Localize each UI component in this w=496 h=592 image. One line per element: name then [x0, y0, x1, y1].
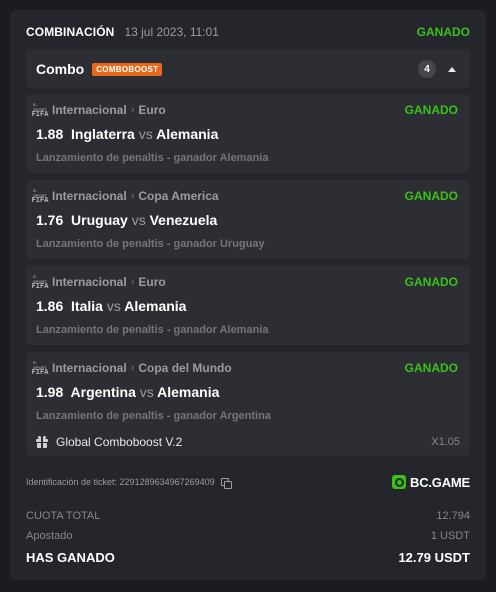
- comboboost-multiplier: X1.05: [431, 436, 460, 448]
- home-team[interactable]: Argentina: [71, 384, 136, 400]
- home-team[interactable]: Inglaterra: [71, 126, 135, 142]
- leg-status: GANADO: [404, 275, 458, 289]
- leg-tournament: Euro: [138, 275, 166, 289]
- selection-count: 4: [418, 60, 436, 78]
- breadcrumb-separator-icon: ›: [130, 276, 135, 288]
- away-team[interactable]: Alemania: [124, 298, 186, 314]
- stake-value: 1 USDT: [430, 530, 470, 542]
- winnings-row: HAS GANADO 12.79 USDT: [26, 550, 470, 565]
- leg-match: 1.76 Uruguay vs Venezuela: [36, 212, 217, 228]
- fifa-logo-icon: E-SPORT FIFA: [31, 273, 49, 291]
- bcgame-logo: BC.GAME: [392, 475, 470, 490]
- leg-tournament: Euro: [138, 103, 166, 117]
- combo-toggle[interactable]: Combo COMBOBOOST 4: [26, 50, 470, 88]
- leg-status: GANADO: [404, 361, 458, 375]
- gift-icon: [36, 436, 48, 448]
- vs-label: vs: [139, 384, 154, 400]
- total-odds-value: 12.794: [436, 510, 470, 522]
- bet-type-title: COMBINACIÓN: [26, 25, 115, 39]
- bet-leg: E-SPORT FIFA Internacional › Euro GANADO …: [26, 266, 470, 345]
- fifa-logo-icon: E-SPORT FIFA: [31, 187, 49, 205]
- breadcrumb-separator-icon: ›: [130, 362, 135, 374]
- bet-leg: E-SPORT FIFA Internacional › Copa del Mun…: [26, 352, 470, 431]
- bcgame-logo-icon: [392, 475, 406, 489]
- leg-odds: 1.76: [36, 212, 64, 228]
- leg-selection: Lanzamiento de penaltis - ganador Urugua…: [36, 238, 265, 250]
- comboboost-name: Global Comboboost V.2: [56, 435, 183, 449]
- bet-status: GANADO: [416, 25, 470, 39]
- comboboost-badge: COMBOBOOST: [92, 62, 163, 76]
- vs-label: vs: [131, 212, 146, 228]
- home-team[interactable]: Uruguay: [71, 212, 128, 228]
- ticket-id: Identificación de ticket: 22912896349672…: [26, 477, 215, 487]
- leg-odds: 1.88: [36, 126, 64, 142]
- leg-selection: Lanzamiento de penaltis - ganador Aleman…: [36, 324, 269, 336]
- leg-selection: Lanzamiento de penaltis - ganador Aleman…: [36, 152, 269, 164]
- winnings-value: 12.79 USDT: [398, 550, 470, 565]
- leg-selection: Lanzamiento de penaltis - ganador Argent…: [36, 410, 271, 422]
- away-team[interactable]: Venezuela: [150, 212, 218, 228]
- leg-category: Internacional: [52, 275, 127, 289]
- copy-icon[interactable]: [220, 477, 232, 489]
- stake-label: Apostado: [26, 530, 73, 542]
- leg-match: 1.88 Inglaterra vs Alemania: [36, 126, 218, 142]
- leg-category: Internacional: [52, 361, 127, 375]
- ticket-header: COMBINACIÓN 13 jul 2023, 11:01 GANADO: [26, 22, 470, 42]
- leg-status: GANADO: [404, 189, 458, 203]
- comboboost-row: Global Comboboost V.2 X1.05: [26, 428, 470, 456]
- leg-tournament: Copa America: [138, 189, 219, 203]
- stake-row: Apostado 1 USDT: [26, 530, 470, 542]
- bet-leg: E-SPORT FIFA Internacional › Euro GANADO …: [26, 94, 470, 173]
- fifa-logo-icon: E-SPORT FIFA: [31, 359, 49, 377]
- breadcrumb-separator-icon: ›: [130, 190, 135, 202]
- bet-ticket-card: COMBINACIÓN 13 jul 2023, 11:01 GANADO Co…: [10, 10, 486, 580]
- total-odds-label: CUOTA TOTAL: [26, 510, 101, 522]
- leg-category: Internacional: [52, 189, 127, 203]
- away-team[interactable]: Alemania: [157, 384, 219, 400]
- chevron-up-icon[interactable]: [448, 66, 456, 72]
- bet-date: 13 jul 2023, 11:01: [124, 25, 219, 39]
- leg-match: 1.98 Argentina vs Alemania: [36, 384, 219, 400]
- winnings-label: HAS GANADO: [26, 550, 115, 565]
- brand-name: BC.GAME: [410, 474, 470, 490]
- leg-category: Internacional: [52, 103, 127, 117]
- away-team[interactable]: Alemania: [156, 126, 218, 142]
- fifa-logo-icon: E-SPORT FIFA: [31, 101, 49, 119]
- leg-odds: 1.86: [36, 298, 64, 314]
- vs-label: vs: [138, 126, 153, 142]
- breadcrumb-separator-icon: ›: [130, 104, 135, 116]
- bet-leg: E-SPORT FIFA Internacional › Copa America…: [26, 180, 470, 259]
- leg-status: GANADO: [404, 103, 458, 117]
- vs-label: vs: [106, 298, 121, 314]
- ticket-id-row: Identificación de ticket: 22912896349672…: [26, 472, 470, 492]
- leg-tournament: Copa del Mundo: [138, 361, 232, 375]
- combo-label: Combo: [36, 61, 85, 77]
- leg-odds: 1.98: [36, 384, 64, 400]
- total-odds-row: CUOTA TOTAL 12.794: [26, 510, 470, 522]
- leg-match: 1.86 Italia vs Alemania: [36, 298, 186, 314]
- home-team[interactable]: Italia: [71, 298, 103, 314]
